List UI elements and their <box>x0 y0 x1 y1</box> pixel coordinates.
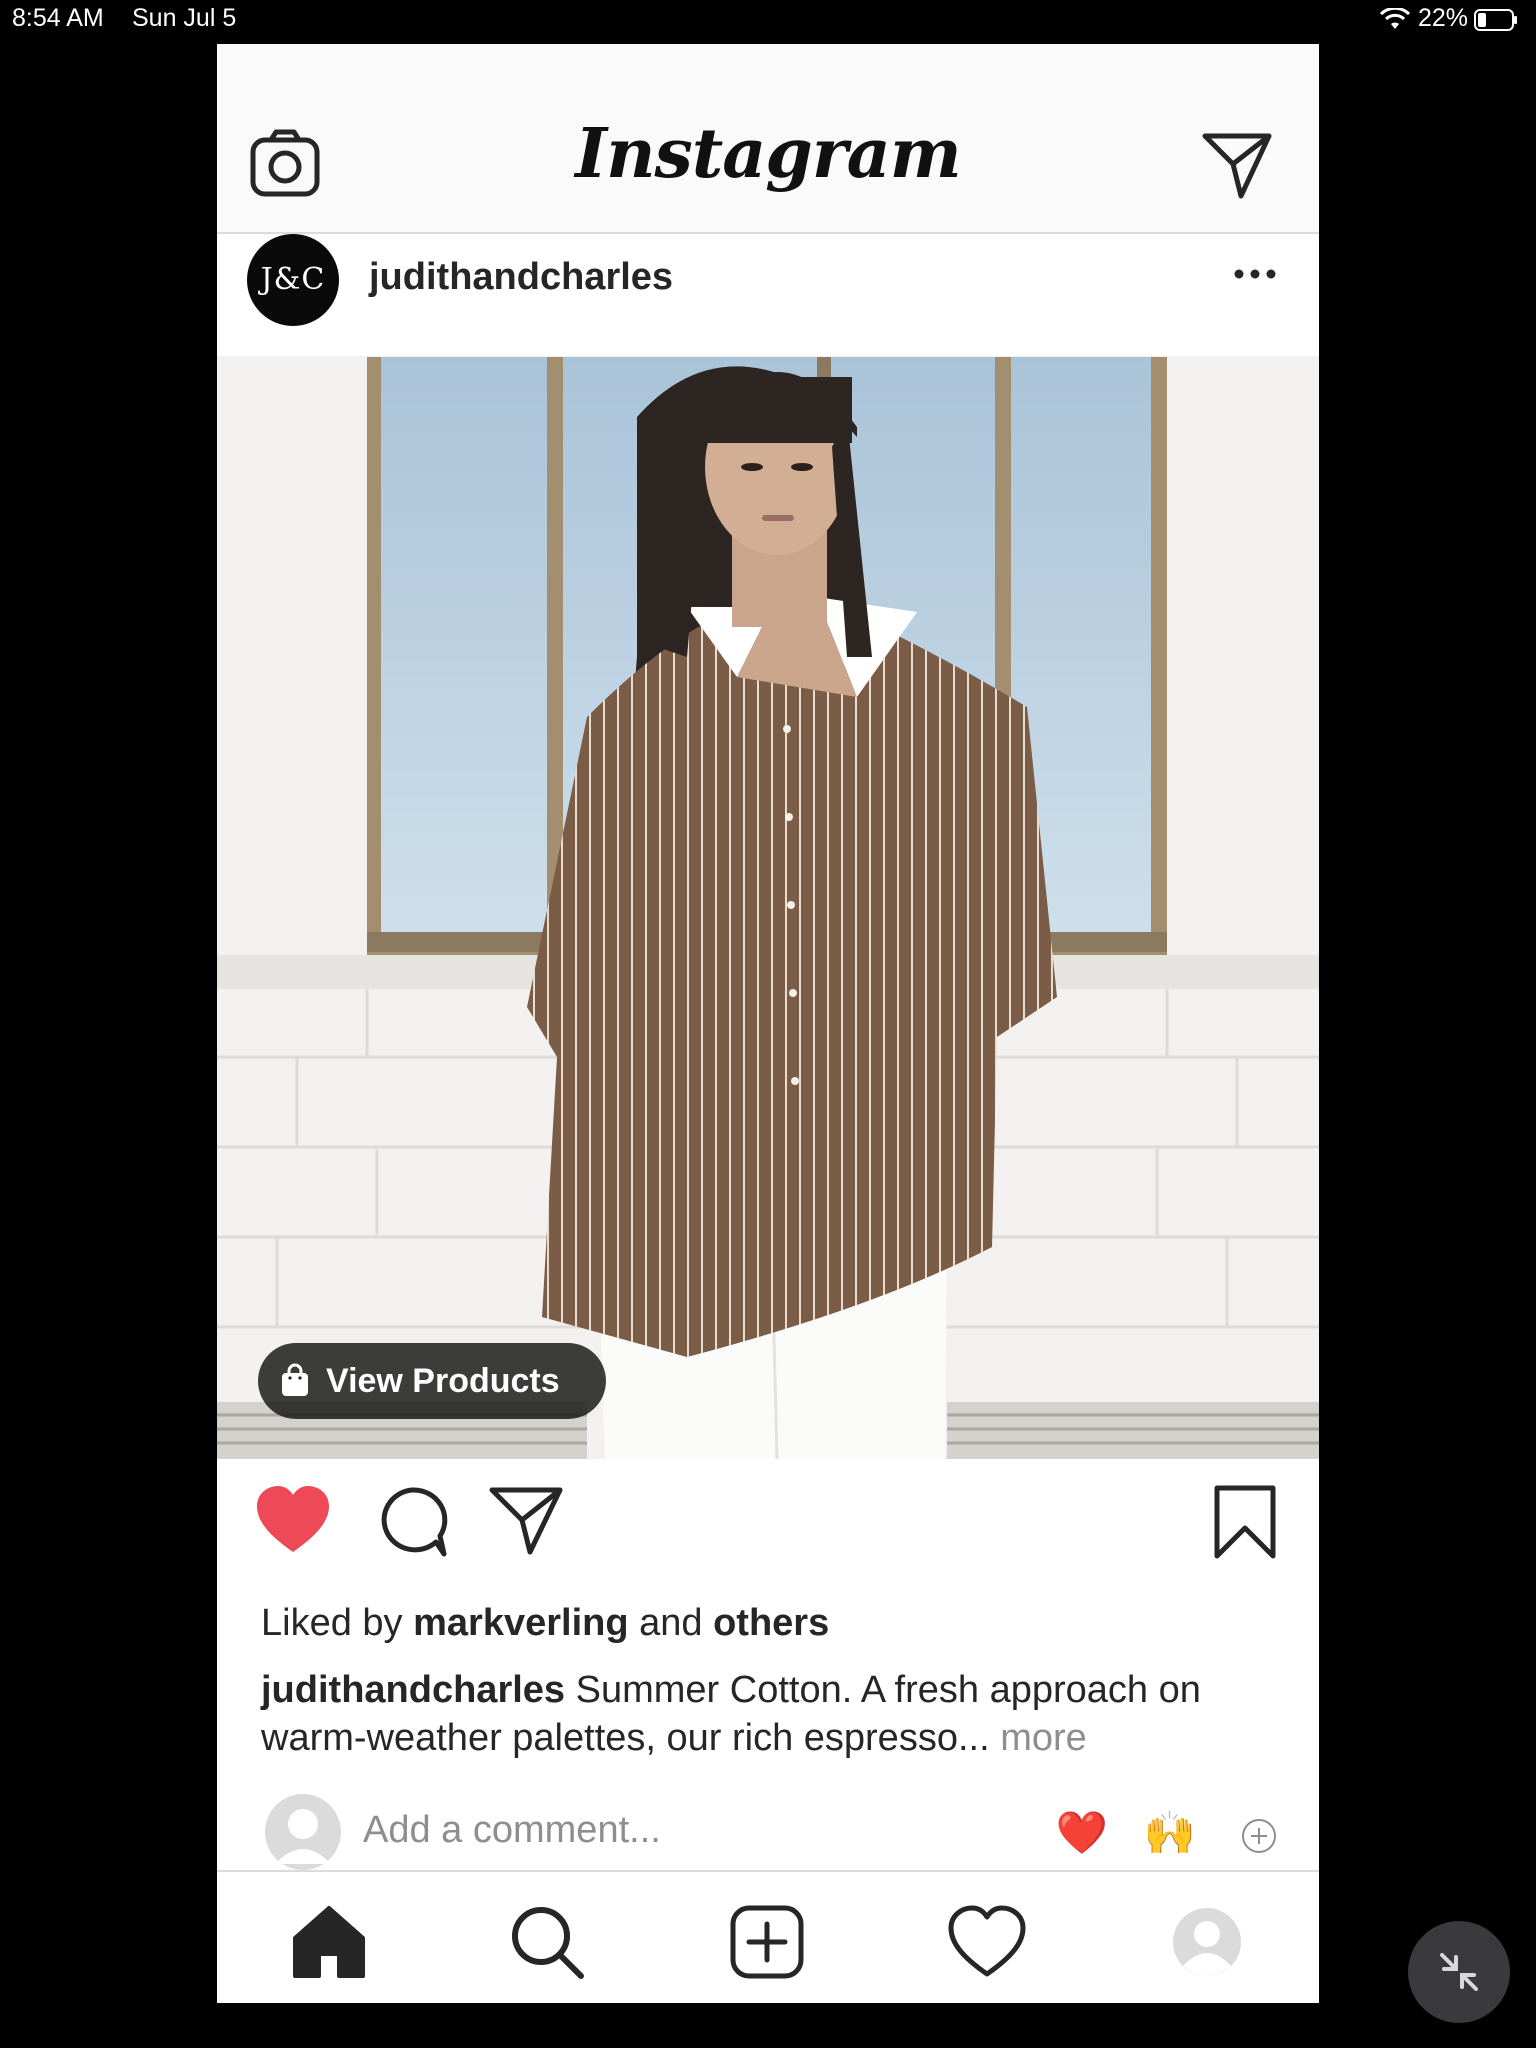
current-user-avatar <box>265 1794 341 1870</box>
post-photo <box>217 357 1319 1459</box>
comment-input[interactable] <box>363 1806 1003 1854</box>
post-image[interactable]: View Products <box>217 357 1319 1459</box>
battery-percent: 22% <box>1418 4 1469 32</box>
likes-prefix: Liked by <box>261 1602 403 1644</box>
post-header: J&C judithandcharles <box>217 234 1319 357</box>
quick-reaction-raised-hands[interactable]: 🙌 <box>1143 1806 1197 1860</box>
view-products-label: View Products <box>326 1362 560 1400</box>
heart-icon[interactable] <box>255 1484 331 1560</box>
profile-icon[interactable] <box>1167 1902 1247 1982</box>
shopping-bag-icon <box>282 1363 308 1396</box>
wifi-icon <box>1380 8 1410 29</box>
likes-others-link[interactable]: others <box>713 1602 829 1644</box>
bottom-tab-bar <box>217 1870 1319 2003</box>
post-caption: judithandcharles Summer Cotton. A fresh … <box>261 1666 1281 1762</box>
search-icon[interactable] <box>507 1902 587 1982</box>
instagram-logo: Instagram <box>575 114 961 194</box>
caption-more-link[interactable]: more <box>1000 1717 1087 1759</box>
bookmark-icon[interactable] <box>1207 1484 1283 1560</box>
status-date: Sun Jul 5 <box>132 4 237 32</box>
shrink-arrows-icon <box>1440 1953 1478 1991</box>
battery-icon <box>1474 9 1517 31</box>
likes-summary: Liked by markverling and others <box>261 1602 829 1645</box>
paper-plane-icon[interactable] <box>1201 130 1273 200</box>
new-post-icon[interactable] <box>727 1902 807 1982</box>
status-bar: 8:54 AM Sun Jul 5 22% <box>0 0 1536 40</box>
view-products-button[interactable]: View Products <box>258 1343 606 1419</box>
more-options-icon[interactable] <box>1231 262 1279 286</box>
add-reaction-icon[interactable] <box>1241 1818 1277 1854</box>
caption-username[interactable]: judithandcharles <box>261 1669 565 1711</box>
likes-middle: and <box>639 1602 703 1644</box>
activity-heart-icon[interactable] <box>947 1902 1027 1982</box>
quick-reaction-heart[interactable]: ❤️ <box>1055 1806 1109 1860</box>
default-avatar-icon <box>275 1809 331 1864</box>
status-time: 8:54 AM <box>12 4 104 32</box>
avatar[interactable]: J&C <box>247 234 339 326</box>
liker-username[interactable]: markverling <box>413 1602 628 1644</box>
top-bar: Instagram <box>217 44 1319 234</box>
post-username[interactable]: judithandcharles <box>369 256 673 299</box>
add-comment-row: ❤️ 🙌 <box>217 1794 1319 1878</box>
comment-icon[interactable] <box>374 1484 450 1560</box>
share-icon[interactable] <box>488 1484 564 1560</box>
exit-fullscreen-button[interactable] <box>1408 1921 1510 2023</box>
instagram-app: Instagram J&C judithandcharles View Prod… <box>217 44 1319 2003</box>
post-actions <box>217 1484 1319 1574</box>
home-icon[interactable] <box>289 1902 369 1982</box>
